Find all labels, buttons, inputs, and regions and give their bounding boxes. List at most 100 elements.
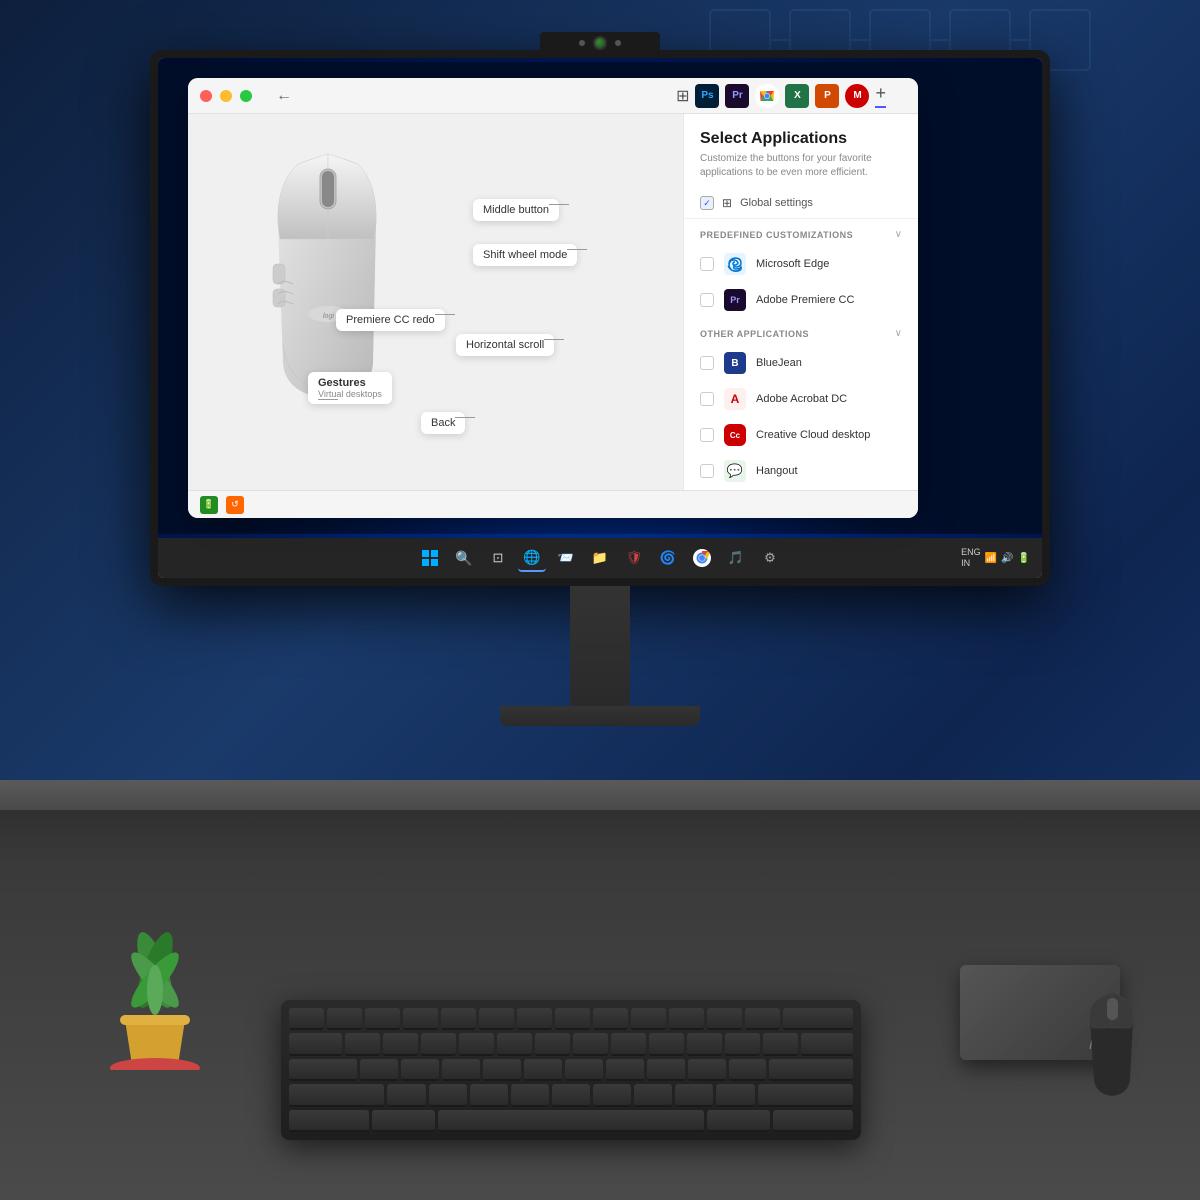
key (517, 1008, 552, 1030)
hangout-checkbox[interactable] (700, 464, 714, 478)
key (401, 1059, 439, 1081)
meet-tab[interactable]: M (845, 84, 869, 108)
search-button[interactable]: 🔍 (450, 544, 478, 572)
key (555, 1008, 590, 1030)
premiere-checkbox[interactable] (700, 293, 714, 307)
global-settings-row[interactable]: ✓ ⊞ Global settings (684, 188, 918, 219)
monitor-stand (570, 586, 630, 706)
rshift-key (758, 1084, 853, 1106)
mouse-panel: logi Middle button (188, 114, 683, 490)
logi-status-icon: ↺ (226, 496, 244, 514)
other-section-header[interactable]: OTHER APPLICATIONS ∨ (684, 318, 918, 345)
lalt-key (372, 1110, 436, 1132)
app-row-premiere[interactable]: Pr Adobe Premiere CC (684, 282, 918, 318)
edge-checkbox[interactable] (700, 257, 714, 271)
key (387, 1084, 425, 1106)
app-row-edge[interactable]: Microsoft Edge (684, 246, 918, 282)
key (647, 1059, 685, 1081)
backspace-key (783, 1008, 853, 1030)
monitor: ← ⊞ Ps Pr (150, 50, 1050, 726)
back-button[interactable]: ← (276, 87, 292, 105)
key (360, 1059, 398, 1081)
edge-icon (724, 253, 746, 275)
enter-key-2 (769, 1059, 852, 1081)
key-row-1 (289, 1008, 853, 1030)
spotify-taskbar[interactable]: 🎵 (722, 544, 750, 572)
app-statusbar: 🔋 ↺ (188, 490, 918, 518)
plant-decoration (100, 910, 210, 1070)
key (479, 1008, 514, 1030)
acrobat-checkbox[interactable] (700, 392, 714, 406)
premiere-icon: Pr (724, 289, 746, 311)
maximize-button[interactable] (240, 90, 252, 102)
creative-cloud-checkbox[interactable] (700, 428, 714, 442)
minimize-button[interactable] (220, 90, 232, 102)
app-row-bluejean[interactable]: B BlueJean (684, 345, 918, 381)
key (688, 1059, 726, 1081)
key (442, 1059, 480, 1081)
powerpoint-tab[interactable]: P (815, 84, 839, 108)
monitor-base (500, 706, 700, 726)
predefined-section-header[interactable]: PREDEFINED CUSTOMIZATIONS ∨ (684, 219, 918, 246)
monitor-bezel: ← ⊞ Ps Pr (150, 50, 1050, 586)
key (565, 1059, 603, 1081)
key (763, 1033, 798, 1055)
predefined-section-title: PREDEFINED CUSTOMIZATIONS (700, 230, 853, 240)
bluejean-checkbox[interactable] (700, 356, 714, 370)
webcam-indicator (579, 40, 585, 46)
app-row-hangout[interactable]: 💬 Hangout (684, 453, 918, 489)
select-header: Select Applications Customize the button… (684, 114, 918, 188)
callout-shift-wheel: Shift wheel mode (473, 244, 577, 266)
app-window: ← ⊞ Ps Pr (188, 78, 918, 518)
taskbar-lang: ENGIN (961, 547, 981, 569)
battery-status-icon: 🔋 (200, 496, 218, 514)
callout-gestures: Gestures Virtual desktops (308, 372, 392, 404)
photoshop-tab[interactable]: Ps (695, 84, 719, 108)
mail-taskbar[interactable]: 📨 (552, 544, 580, 572)
browser-taskbar[interactable]: 🌀 (654, 544, 682, 572)
chrome-tab[interactable] (755, 84, 779, 108)
key (289, 1008, 324, 1030)
taskbar-battery-icon: 🔋 (1018, 553, 1030, 564)
window-titlebar: ← ⊞ Ps Pr (188, 78, 918, 114)
key-row-3 (289, 1059, 853, 1081)
webcam (540, 32, 660, 54)
chrome-taskbar[interactable] (688, 544, 716, 572)
key (345, 1033, 380, 1055)
space-key (438, 1110, 703, 1132)
taskview-button[interactable]: ⊡ (484, 544, 512, 572)
close-button[interactable] (200, 90, 212, 102)
key (511, 1084, 549, 1106)
global-settings-icon: ⊞ (722, 196, 732, 210)
key (524, 1059, 562, 1081)
shield-taskbar[interactable]: 🛡 (620, 544, 648, 572)
key (552, 1084, 590, 1106)
global-settings-checkbox[interactable]: ✓ (700, 196, 714, 210)
hangout-label: Hangout (756, 465, 798, 477)
key (429, 1084, 467, 1106)
plant-svg (100, 910, 210, 1070)
app-row-acrobat[interactable]: A Adobe Acrobat DC (684, 381, 918, 417)
key (593, 1084, 631, 1106)
premiere-tab[interactable]: Pr (725, 84, 749, 108)
monitor-screen: ← ⊞ Ps Pr (158, 58, 1042, 578)
edge-taskbar[interactable]: 🌐 (518, 544, 546, 572)
app-row-creative-cloud[interactable]: Cc Creative Cloud desktop (684, 417, 918, 453)
key (593, 1008, 628, 1030)
bluejean-icon: B (724, 352, 746, 374)
predefined-chevron-icon: ∨ (895, 229, 902, 240)
lshift-key (289, 1084, 384, 1106)
settings-taskbar[interactable]: ⚙ (756, 544, 784, 572)
tab-key (289, 1033, 342, 1055)
webcam-lens (593, 36, 607, 50)
window-body: logi Middle button (188, 114, 918, 490)
files-taskbar[interactable]: 📁 (586, 544, 614, 572)
grid-tab[interactable]: ⊞ (676, 86, 689, 106)
panel-subtitle: Customize the buttons for your favorite … (700, 152, 902, 180)
windows-start-button[interactable] (416, 544, 444, 572)
excel-tab[interactable]: X (785, 84, 809, 108)
add-tab[interactable]: + (875, 83, 886, 108)
select-applications-panel: Select Applications Customize the button… (683, 114, 918, 490)
keyboard (281, 1000, 861, 1140)
key (729, 1059, 767, 1081)
